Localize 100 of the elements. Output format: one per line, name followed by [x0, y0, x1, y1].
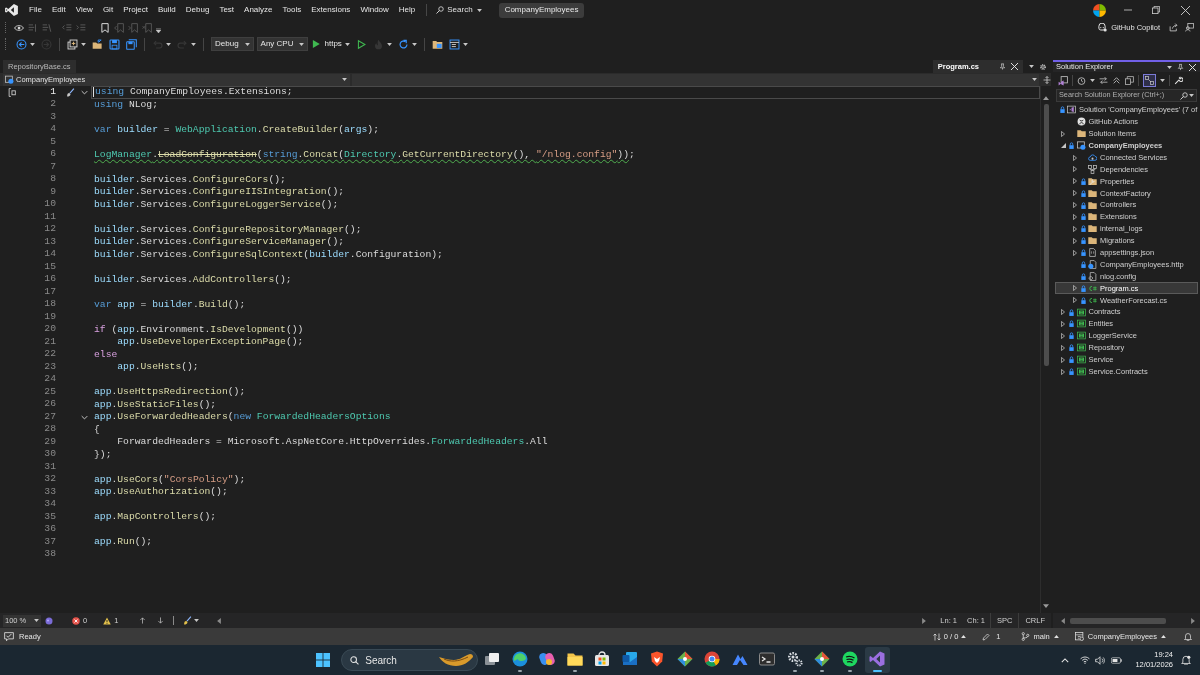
bookmark-icon[interactable]	[100, 22, 110, 33]
caret-icon[interactable]	[1032, 78, 1037, 81]
configuration-dropdown[interactable]: Any CPU	[256, 37, 309, 51]
close-icon[interactable]	[1011, 63, 1018, 70]
caret-icon[interactable]	[961, 635, 967, 638]
collapse-all-icon[interactable]	[1112, 76, 1121, 85]
caret-icon[interactable]	[299, 42, 305, 46]
arrow-down-icon[interactable]	[157, 617, 165, 624]
pin-icon[interactable]	[999, 63, 1006, 70]
pin-icon[interactable]	[1177, 63, 1184, 71]
expand-triangle-icon[interactable]	[1072, 190, 1077, 197]
menu-item[interactable]: Analyze	[239, 2, 278, 18]
expand-triangle-icon[interactable]	[1072, 213, 1077, 220]
menu-item[interactable]: Git	[97, 2, 119, 18]
menu-item[interactable]: Build	[153, 2, 181, 18]
caret-icon[interactable]	[411, 42, 417, 46]
history-icon[interactable]	[1077, 76, 1086, 85]
show-all-files-icon[interactable]	[1125, 76, 1134, 85]
caret-icon[interactable]	[1167, 65, 1172, 69]
caret-icon[interactable]	[476, 8, 482, 12]
caret-icon[interactable]	[342, 78, 347, 81]
menu-item[interactable]: Tools	[277, 2, 307, 18]
caret-icon[interactable]	[462, 42, 468, 46]
eye-icon[interactable]	[14, 22, 24, 33]
expand-triangle-icon[interactable]	[1061, 309, 1065, 316]
caret-icon[interactable]	[1053, 635, 1059, 638]
share-icon[interactable]	[1169, 23, 1178, 32]
expand-triangle-icon[interactable]	[1072, 154, 1077, 161]
switch-views-icon[interactable]	[1058, 75, 1068, 86]
brush-icon[interactable]	[66, 87, 75, 97]
fold-chevron-icon[interactable]	[80, 414, 88, 420]
expand-triangle-icon[interactable]	[1072, 225, 1077, 232]
caret-icon[interactable]	[1029, 65, 1034, 68]
scroll-left-icon[interactable]	[1061, 617, 1065, 624]
robot-icon[interactable]	[1097, 23, 1108, 32]
expand-triangle-icon[interactable]	[1072, 297, 1077, 304]
scroll-right-icon[interactable]	[1191, 617, 1195, 624]
expand-triangle-icon[interactable]	[1072, 202, 1077, 209]
menu-item[interactable]: Window	[355, 2, 394, 18]
caret-icon[interactable]	[1090, 79, 1095, 82]
scroll-right-icon[interactable]	[922, 617, 927, 624]
configuration-dropdown[interactable]: Debug	[211, 37, 254, 51]
notification-bell-icon[interactable]	[1181, 655, 1191, 665]
caret-icon[interactable]	[1189, 94, 1194, 97]
search-field[interactable]: Search	[341, 649, 479, 671]
search-button[interactable]: Search	[433, 2, 485, 18]
brush-icon[interactable]	[183, 616, 193, 625]
menu-item[interactable]: Extensions	[306, 2, 356, 18]
expand-triangle-icon[interactable]	[1061, 344, 1065, 351]
scope-bracket-icon[interactable]	[7, 87, 17, 97]
close-icon[interactable]	[1189, 63, 1196, 71]
scroll-down-icon[interactable]	[1043, 604, 1049, 608]
menu-item[interactable]: Help	[393, 2, 421, 18]
scroll-left-icon[interactable]	[217, 617, 222, 624]
caret-icon[interactable]	[30, 42, 35, 46]
taskbar-button[interactable]	[864, 647, 890, 673]
expand-triangle-icon[interactable]	[1072, 178, 1077, 185]
caret-icon[interactable]	[34, 619, 39, 622]
expand-triangle-icon[interactable]	[1061, 368, 1065, 375]
collapse-triangle-icon[interactable]	[1060, 143, 1066, 149]
arrow-up-icon[interactable]	[139, 617, 147, 624]
minimize-icon[interactable]	[1124, 6, 1132, 14]
caret-icon[interactable]	[194, 619, 200, 622]
overflow-caret-icon[interactable]	[156, 27, 161, 33]
caret-icon[interactable]	[344, 42, 350, 46]
search-icon[interactable]	[1180, 91, 1188, 100]
expand-triangle-icon[interactable]	[1072, 237, 1077, 244]
caret-icon[interactable]	[1161, 635, 1166, 638]
expand-triangle-icon[interactable]	[1061, 320, 1065, 327]
expand-triangle-icon[interactable]	[1072, 249, 1077, 256]
vertical-scrollbar[interactable]	[1040, 86, 1051, 613]
expand-triangle-icon[interactable]	[1061, 356, 1065, 363]
menu-item[interactable]: File	[24, 2, 47, 18]
expand-triangle-icon[interactable]	[1061, 130, 1065, 137]
feedback-icon[interactable]	[1185, 23, 1194, 32]
caret-icon[interactable]	[81, 42, 86, 46]
quadrant-circle-icon[interactable]	[1093, 3, 1106, 17]
settings-icon[interactable]	[1039, 62, 1047, 71]
menu-item[interactable]: Debug	[180, 2, 215, 18]
play-button[interactable]: https	[308, 37, 353, 51]
wrench-icon[interactable]	[1174, 76, 1183, 85]
split-window-icon[interactable]	[1043, 75, 1051, 84]
menu-item[interactable]: Project	[118, 2, 154, 18]
menu-item[interactable]: Test	[214, 2, 240, 18]
scrollbar-thumb[interactable]	[1070, 617, 1166, 624]
close-icon[interactable]	[1181, 5, 1190, 15]
expand-triangle-icon[interactable]	[1072, 285, 1077, 292]
restore-icon[interactable]	[1152, 6, 1160, 14]
scroll-up-icon[interactable]	[1043, 96, 1049, 100]
caret-icon[interactable]	[1160, 79, 1165, 82]
caret-icon[interactable]	[244, 42, 250, 46]
speaker-icon[interactable]	[1095, 655, 1106, 665]
expand-triangle-icon[interactable]	[1072, 166, 1077, 173]
bell-icon[interactable]	[1184, 632, 1192, 641]
sync-arrows-icon[interactable]	[1099, 76, 1108, 85]
orb-icon[interactable]	[45, 616, 53, 625]
start-grid-icon[interactable]	[316, 653, 331, 667]
menu-item[interactable]: Edit	[46, 2, 71, 18]
chevron-up-icon[interactable]	[1061, 657, 1070, 663]
battery-icon[interactable]	[1111, 656, 1123, 664]
